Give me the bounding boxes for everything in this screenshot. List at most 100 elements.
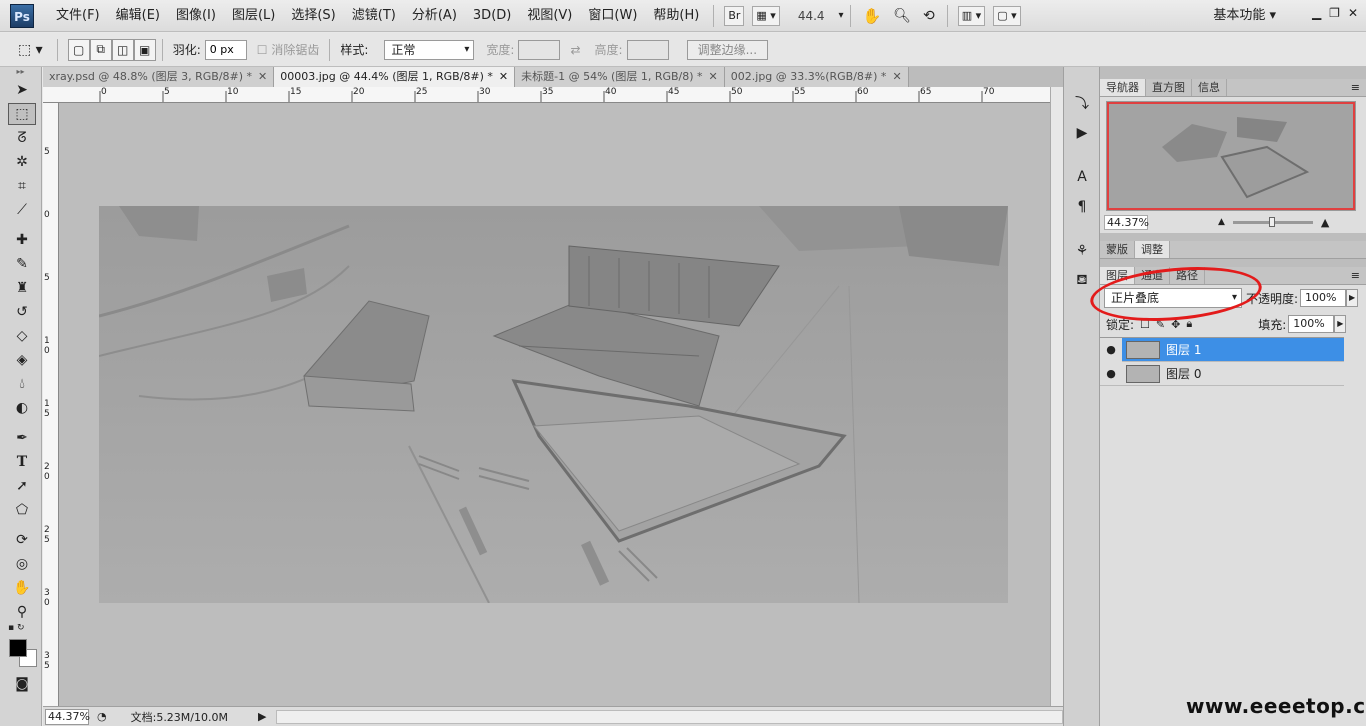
antialias-checkbox[interactable]: ☐ 消除锯齿 bbox=[257, 41, 320, 58]
menu-view[interactable]: 视图(V) bbox=[519, 0, 580, 32]
marquee-tool-icon[interactable]: ⬚ bbox=[8, 103, 36, 125]
3d-orbit-icon[interactable]: ◎ bbox=[8, 553, 36, 575]
opacity-input[interactable]: 100% bbox=[1300, 289, 1347, 307]
tab-navigator[interactable]: 导航器 bbox=[1100, 79, 1146, 96]
history-panel-icon[interactable]: ⤵ bbox=[1070, 91, 1094, 115]
menu-help[interactable]: 帮助(H) bbox=[645, 0, 707, 32]
3d-rotate-icon[interactable]: ⟳ bbox=[8, 529, 36, 551]
tab-002[interactable]: 002.jpg @ 33.3%(RGB/8#) * ✕ bbox=[724, 67, 909, 87]
panel-menu-icon[interactable]: ≡ bbox=[1351, 267, 1360, 285]
lock-all-icon[interactable]: 🔒︎ bbox=[1186, 317, 1192, 331]
clone-source-icon[interactable]: ⚘ bbox=[1070, 239, 1094, 263]
height-input[interactable] bbox=[626, 39, 669, 60]
navigator-view-rect[interactable] bbox=[1107, 102, 1355, 210]
architecture-render-image[interactable] bbox=[99, 206, 1008, 603]
menu-window[interactable]: 窗口(W) bbox=[580, 0, 645, 32]
tab-adjustments[interactable]: 调整 bbox=[1135, 241, 1170, 258]
dodge-tool-icon[interactable]: ◐ bbox=[8, 397, 36, 419]
swap-colors-icon[interactable]: ▪ ↻ bbox=[0, 623, 41, 637]
vertical-scrollbar[interactable] bbox=[1050, 87, 1063, 706]
fill-arrow-icon[interactable]: ▶ bbox=[1334, 315, 1347, 333]
crop-tool-icon[interactable]: ⌗ bbox=[8, 175, 36, 197]
menu-layer[interactable]: 图层(L) bbox=[224, 0, 283, 32]
zoom-level-display[interactable]: 44.4 bbox=[798, 9, 825, 23]
swap-icon[interactable]: ⇄ bbox=[570, 43, 580, 57]
layer-row[interactable]: ● 图层 0 bbox=[1100, 362, 1344, 386]
eraser-icon[interactable]: ◇ bbox=[8, 325, 36, 347]
healing-brush-icon[interactable]: ✚ bbox=[8, 229, 36, 251]
tab-info[interactable]: 信息 bbox=[1192, 79, 1227, 96]
blur-tool-icon[interactable]: 💧︎ bbox=[8, 373, 36, 395]
view-extras-button[interactable]: ▦ ▾ bbox=[752, 5, 780, 26]
tab-00003[interactable]: 00003.jpg @ 44.4% (图层 1, RGB/8#) * ✕ bbox=[274, 67, 516, 87]
menu-select[interactable]: 选择(S) bbox=[283, 0, 343, 32]
refine-edge-button[interactable]: 调整边缘... bbox=[686, 39, 769, 60]
subtract-selection-icon[interactable]: ◫ bbox=[111, 38, 134, 61]
eye-icon[interactable]: ● bbox=[1100, 367, 1122, 380]
marquee-preset-icon[interactable]: ⬚ ▾ bbox=[18, 42, 43, 58]
rotate-view-icon[interactable]: ⟲ bbox=[923, 8, 935, 24]
arrange-documents-button[interactable]: ▥ ▾ bbox=[957, 5, 986, 26]
eye-icon[interactable]: ● bbox=[1100, 337, 1122, 362]
bridge-button[interactable]: Br bbox=[724, 5, 745, 26]
navigator-zoom-field[interactable]: 44.37% bbox=[1104, 214, 1149, 230]
status-menu-arrow-icon[interactable]: ▶ bbox=[258, 710, 266, 723]
menu-3d[interactable]: 3D(D) bbox=[465, 0, 519, 32]
tab-untitled-1[interactable]: 未标题-1 @ 54% (图层 1, RGB/8) * ✕ bbox=[515, 67, 725, 87]
color-swatches[interactable] bbox=[0, 637, 41, 671]
intersect-selection-icon[interactable]: ▣ bbox=[133, 38, 156, 61]
pen-tool-icon[interactable]: ✒ bbox=[8, 427, 36, 449]
menu-analysis[interactable]: 分析(A) bbox=[404, 0, 465, 32]
restore-icon[interactable]: ❐ bbox=[1329, 6, 1340, 20]
menu-filter[interactable]: 滤镜(T) bbox=[344, 0, 404, 32]
menu-file[interactable]: 文件(F) bbox=[48, 0, 108, 32]
navigator-zoom-slider[interactable] bbox=[1232, 216, 1313, 227]
hand-tool-icon[interactable]: ✋ bbox=[863, 7, 882, 25]
tab-histogram[interactable]: 直方图 bbox=[1146, 79, 1192, 96]
menu-image[interactable]: 图像(I) bbox=[168, 0, 224, 32]
close-icon[interactable]: ✕ bbox=[1348, 6, 1358, 20]
workspace-switcher[interactable]: 基本功能 ▾ bbox=[1213, 0, 1276, 32]
tool-presets-icon[interactable]: ⛾ bbox=[1070, 269, 1094, 293]
feather-input[interactable] bbox=[204, 39, 247, 60]
tab-xray[interactable]: xray.psd @ 48.8% (图层 3, RGB/8#) * ✕ bbox=[43, 67, 275, 87]
zoom-tool-icon[interactable]: ⚲ bbox=[8, 601, 36, 623]
shape-tool-icon[interactable]: ⬠ bbox=[8, 499, 36, 521]
quick-mask-icon[interactable]: ◙ bbox=[8, 673, 36, 695]
new-selection-icon[interactable]: ▢ bbox=[67, 38, 90, 61]
panel-menu-icon[interactable]: ≡ bbox=[1351, 79, 1360, 97]
layer-row[interactable]: ● 图层 1 bbox=[1100, 337, 1344, 362]
menu-edit[interactable]: 编辑(E) bbox=[108, 0, 168, 32]
magic-wand-icon[interactable]: ✲ bbox=[8, 151, 36, 173]
screen-mode-button[interactable]: ▢ ▾ bbox=[993, 5, 1021, 26]
type-tool-icon[interactable]: T bbox=[8, 451, 36, 473]
width-input[interactable] bbox=[518, 39, 561, 60]
add-selection-icon[interactable]: ⧉ bbox=[89, 38, 112, 61]
zoom-tool-icon[interactable]: 🔍︎ bbox=[893, 8, 911, 24]
navigator-preview[interactable] bbox=[1106, 101, 1356, 211]
zoom-out-icon[interactable]: ▲ bbox=[1218, 217, 1225, 227]
paragraph-panel-icon[interactable]: ¶ bbox=[1070, 195, 1094, 219]
move-tool-icon[interactable]: ➤ bbox=[8, 79, 36, 101]
history-brush-icon[interactable]: ↺ bbox=[8, 301, 36, 323]
opacity-arrow-icon[interactable]: ▶ bbox=[1346, 289, 1359, 307]
path-select-icon[interactable]: ➚ bbox=[8, 475, 36, 497]
zoom-percent-field[interactable]: 44.37% bbox=[45, 708, 90, 725]
clone-stamp-icon[interactable]: ♜ bbox=[8, 277, 36, 299]
zoom-in-icon[interactable]: ▲ bbox=[1321, 216, 1329, 229]
brush-tool-icon[interactable]: ✎ bbox=[8, 253, 36, 275]
fill-input[interactable]: 100% bbox=[1288, 315, 1335, 333]
paint-bucket-icon[interactable]: ◈ bbox=[8, 349, 36, 371]
minimize-icon[interactable]: ▁ bbox=[1312, 6, 1321, 20]
vertical-ruler: 5 0 5 1 0 1 5 2 0 2 5 3 0 3 5 bbox=[43, 103, 59, 706]
horizontal-scrollbar[interactable] bbox=[276, 709, 1063, 724]
hand-tool-icon[interactable]: ✋ bbox=[8, 577, 36, 599]
document-canvas[interactable] bbox=[59, 103, 1050, 706]
style-select[interactable]: 正常 bbox=[384, 39, 475, 60]
lasso-tool-icon[interactable]: ᘔ bbox=[8, 127, 36, 149]
status-info-icon[interactable]: ◔ bbox=[97, 710, 107, 723]
character-panel-icon[interactable]: A bbox=[1070, 165, 1094, 189]
tab-masks[interactable]: 蒙版 bbox=[1100, 241, 1135, 258]
actions-panel-icon[interactable]: ▶ bbox=[1070, 121, 1094, 145]
eyedropper-icon[interactable]: ⟋ bbox=[8, 199, 36, 221]
